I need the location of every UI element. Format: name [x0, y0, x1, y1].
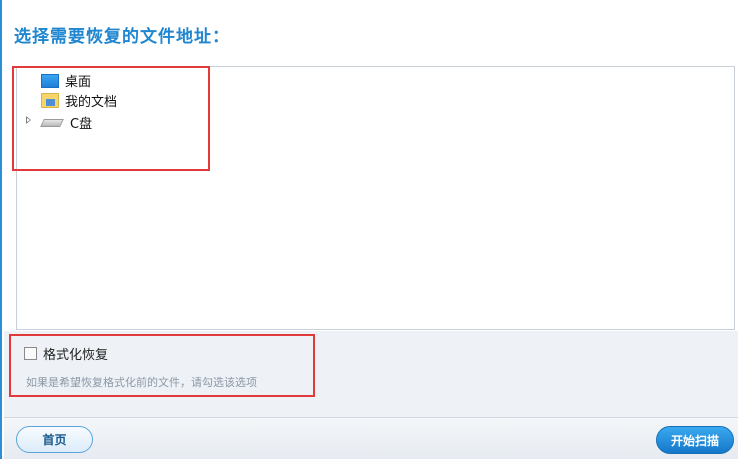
recovery-window: 选择需要恢复的文件地址： 桌面 我的文档 C盘 格式化恢复 如果是希望恢复格式化…	[0, 0, 738, 459]
tree-item-label: 桌面	[65, 75, 92, 90]
format-recovery-label: 格式化恢复	[43, 348, 109, 363]
home-button[interactable]: 首页	[16, 426, 93, 453]
folder-tree[interactable]: 桌面 我的文档 C盘	[16, 66, 735, 330]
start-scan-button[interactable]: 开始扫描	[656, 426, 734, 454]
desktop-icon	[41, 73, 59, 88]
format-recovery-option[interactable]: 格式化恢复	[24, 344, 108, 363]
drive-icon	[40, 118, 64, 127]
expand-arrow-icon[interactable]	[26, 116, 31, 124]
footer-bar	[4, 417, 738, 459]
documents-folder-icon	[41, 93, 59, 108]
tree-item-desktop[interactable]: 桌面	[41, 71, 91, 90]
format-recovery-checkbox[interactable]	[24, 347, 37, 360]
tree-item-c-drive[interactable]: C盘	[40, 113, 93, 132]
tree-item-label: 我的文档	[65, 95, 118, 110]
page-title: 选择需要恢复的文件地址：	[14, 27, 230, 47]
format-recovery-hint: 如果是希望恢复格式化前的文件，请勾选该选项	[26, 376, 257, 389]
tree-item-label: C盘	[70, 117, 93, 132]
tree-item-documents[interactable]: 我的文档	[41, 91, 117, 110]
